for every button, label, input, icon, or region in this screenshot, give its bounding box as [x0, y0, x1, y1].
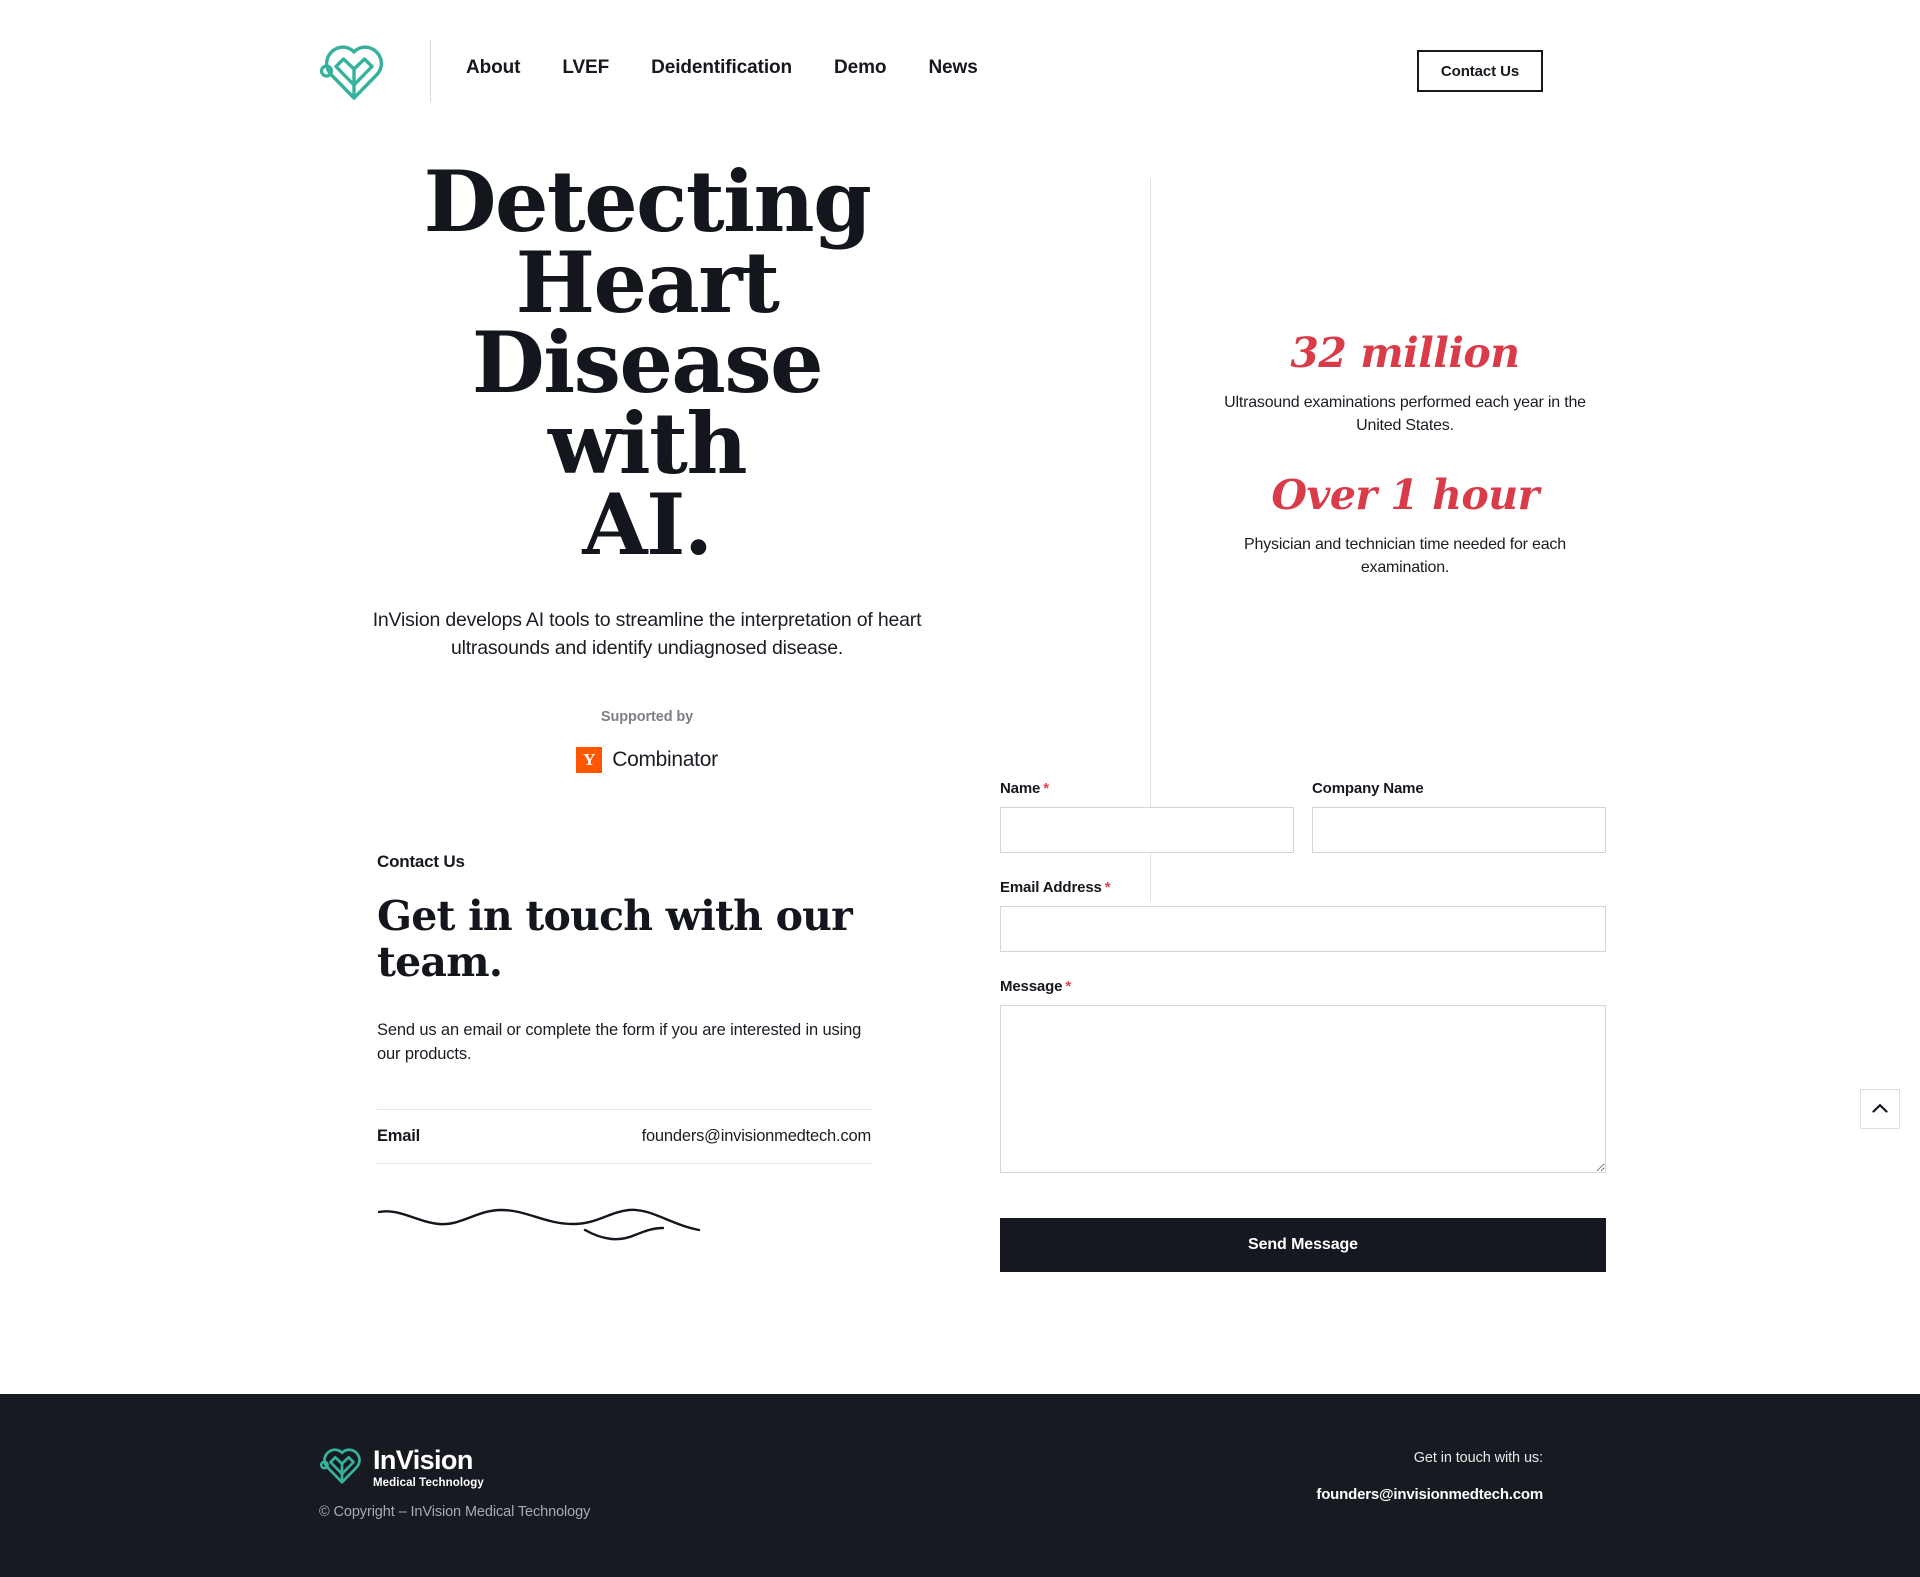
decorative-squiggle	[377, 1204, 873, 1249]
site-header: About LVEF Deidentification Demo News Co…	[0, 0, 1920, 140]
form-field-message: Message *	[1000, 978, 1606, 1173]
nav-item-lvef[interactable]: LVEF	[562, 57, 609, 79]
scroll-to-top-button[interactable]	[1860, 1089, 1900, 1129]
email-row-value[interactable]: founders@invisionmedtech.com	[642, 1127, 872, 1146]
hero-left-column: Detecting Heart Disease with AI. InVisio…	[362, 160, 932, 773]
company-field-label-text: Company Name	[1312, 780, 1424, 797]
company-name-input[interactable]	[1312, 807, 1606, 853]
contact-form: Name * Company Name Email Address * Messag…	[1000, 780, 1606, 1272]
contact-heading: Get in touch with our team.	[377, 892, 853, 986]
contact-section: Contact Us Get in touch with our team. S…	[0, 780, 1920, 1390]
footer-logo[interactable]: InVision Medical Technology	[319, 1443, 590, 1492]
form-row-name-company: Name * Company Name	[1000, 780, 1606, 853]
name-input[interactable]	[1000, 807, 1294, 853]
footer-brand-name: InVision	[373, 1444, 473, 1475]
send-message-button[interactable]: Send Message	[1000, 1218, 1606, 1272]
form-field-name: Name *	[1000, 780, 1294, 853]
hero-subtitle: InVision develops AI tools to streamline…	[372, 609, 922, 659]
stat-value: 32 million	[1290, 329, 1520, 377]
email-row-label: Email	[377, 1126, 421, 1145]
form-field-email: Email Address *	[1000, 879, 1606, 952]
footer-wordmark: InVision Medical Technology	[373, 1444, 484, 1489]
name-field-label-text: Name	[1000, 780, 1041, 797]
header-divider	[430, 40, 431, 102]
table-row: Email founders@invisionmedtech.com	[377, 1110, 873, 1163]
stat-value: Over 1 hour	[1271, 470, 1539, 519]
stat-description: Physician and technician time needed for…	[1244, 535, 1566, 576]
footer-email-link[interactable]: founders@invisionmedtech.com	[1316, 1486, 1543, 1503]
company-field-label: Company Name	[1312, 780, 1606, 797]
supported-by-label: Supported by	[600, 708, 694, 725]
form-field-company: Company Name	[1312, 780, 1606, 853]
contact-eyebrow: Contact Us	[377, 852, 465, 871]
contact-email-table: Email founders@invisionmedtech.com	[377, 1108, 873, 1164]
hero-stats-column: 32 million Ultrasound examinations perfo…	[1215, 329, 1595, 580]
message-field-label: Message *	[1000, 978, 1606, 995]
stat-description: Ultrasound examinations performed each y…	[1224, 394, 1586, 435]
nav-item-deidentification[interactable]: Deidentification	[651, 57, 792, 79]
y-combinator-icon: Y	[576, 746, 603, 773]
header-contact-us-button[interactable]: Contact Us	[1417, 50, 1543, 92]
stat-block-time: Over 1 hour Physician and technician tim…	[1215, 470, 1595, 580]
nav-item-news[interactable]: News	[928, 57, 977, 79]
main-navigation: About LVEF Deidentification Demo News	[466, 57, 978, 79]
footer-tagline: Medical Technology	[373, 1476, 484, 1489]
required-marker: *	[1065, 978, 1072, 995]
required-marker: *	[1104, 879, 1111, 896]
hero-title-line-4: AI.	[582, 474, 713, 574]
email-field-label-text: Email Address	[1000, 879, 1102, 896]
message-field-label-text: Message	[1000, 978, 1063, 995]
site-footer: InVision Medical Technology © Copyright …	[0, 1394, 1920, 1577]
y-combinator-label: Combinator	[612, 747, 718, 771]
nav-item-demo[interactable]: Demo	[834, 57, 886, 79]
email-input[interactable]	[1000, 906, 1606, 952]
required-marker: *	[1043, 780, 1049, 797]
footer-get-in-touch-label: Get in touch with us:	[1413, 1450, 1543, 1466]
contact-info-column: Contact Us Get in touch with our team. S…	[377, 852, 873, 1249]
stat-block-examinations: 32 million Ultrasound examinations perfo…	[1215, 329, 1595, 438]
footer-contact-block: Get in touch with us: founders@invisionm…	[1316, 1450, 1543, 1504]
email-field-label: Email Address *	[1000, 879, 1606, 896]
y-combinator-badge: Y Combinator	[362, 746, 932, 773]
chevron-up-icon	[1872, 1102, 1888, 1117]
message-textarea[interactable]	[1000, 1005, 1606, 1173]
footer-brand-block: InVision Medical Technology © Copyright …	[319, 1443, 590, 1520]
hero-section: Detecting Heart Disease with AI. InVisio…	[0, 140, 1920, 902]
invision-heart-logo-footer-icon	[319, 1443, 365, 1492]
nav-item-about[interactable]: About	[466, 57, 520, 79]
footer-copyright: © Copyright – InVision Medical Technolog…	[319, 1504, 591, 1520]
page-title: Detecting Heart Disease with AI.	[362, 160, 932, 567]
invision-heart-logo[interactable]	[318, 38, 390, 104]
hero-title-line-3: Disease with	[471, 313, 824, 493]
name-field-label: Name *	[1000, 780, 1294, 797]
contact-body-text: Send us an email or complete the form if…	[377, 1020, 862, 1064]
